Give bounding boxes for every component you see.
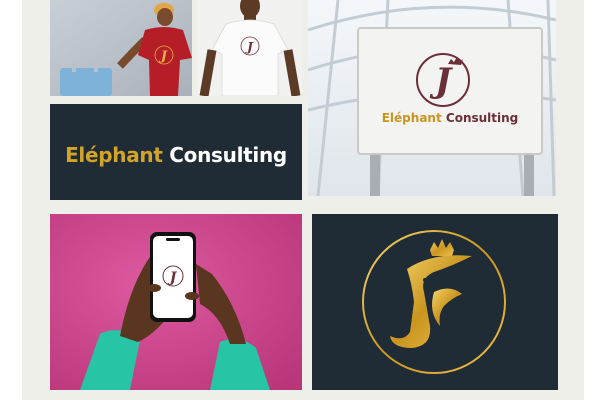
monogram-logo-icon: J: [245, 40, 254, 54]
brand-name-part2: Consulting: [169, 143, 287, 167]
signboard-mockup: J Eléphant Consulting: [308, 0, 556, 196]
banner-wordmark: Eléphant Consulting: [50, 143, 302, 167]
brand-name-part1: Eléphant: [381, 111, 442, 125]
brand-name-part2: Consulting: [445, 111, 519, 125]
wordmark-banner: Eléphant Consulting: [50, 104, 302, 200]
sign-wordmark: Eléphant Consulting: [358, 111, 542, 125]
gold-emblem-tile: [312, 214, 558, 390]
white-tshirt-mockup: J: [198, 0, 302, 96]
monogram-logo-icon: [390, 255, 472, 348]
crown-icon: [430, 239, 454, 256]
red-tshirt-mockup: J: [50, 0, 192, 96]
brand-name-part1: Eléphant: [65, 143, 163, 167]
phone-mockup: J: [50, 214, 302, 390]
